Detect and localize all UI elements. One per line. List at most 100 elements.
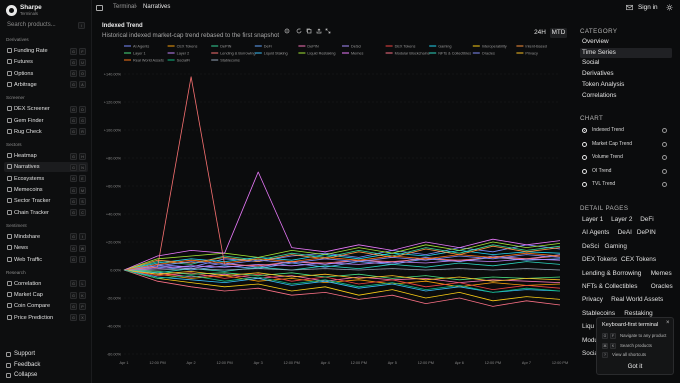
- settings-icon[interactable]: [662, 141, 667, 147]
- category-derivatives[interactable]: Derivatives: [580, 69, 672, 79]
- detail-page-link[interactable]: CEX Tokens: [621, 256, 656, 263]
- indexed-trend-chart[interactable]: AI Agents CEX Tokens DePIN DeFi DePIN DeSci DE…: [98, 40, 568, 383]
- sidebar-item-gem-finder[interactable]: Gem Finder G G: [4, 116, 88, 126]
- legend-item[interactable]: Modular Blockchains: [395, 52, 430, 56]
- sidebar-item-web-traffic[interactable]: Web Traffic G T: [4, 255, 88, 265]
- radio-icon[interactable]: [582, 182, 587, 187]
- close-icon[interactable]: ×: [666, 320, 670, 326]
- detail-page-link[interactable]: Privacy: [582, 296, 603, 303]
- category-correlations[interactable]: Correlations: [580, 91, 672, 101]
- legend-item[interactable]: Privacy: [525, 52, 538, 56]
- sidebar-item-dex-screener[interactable]: DEX Screener G D: [4, 104, 88, 114]
- sidebar-item-arbitrage[interactable]: Arbitrage G A: [4, 80, 88, 90]
- category-overview[interactable]: Overview: [580, 37, 672, 47]
- detail-page-link[interactable]: AI Agents: [582, 229, 609, 236]
- sidebar-item-coin-compare[interactable]: Coin Compare G P: [4, 301, 88, 311]
- series-line-9[interactable]: [123, 245, 561, 271]
- detail-page-link[interactable]: DeSci: [582, 243, 599, 250]
- detail-page-link[interactable]: DeAI: [618, 229, 632, 236]
- detail-page-link[interactable]: Real World Assets: [611, 296, 663, 303]
- settings-icon[interactable]: [662, 155, 667, 160]
- category-token-analysis[interactable]: Token Analysis: [580, 80, 672, 90]
- legend-item[interactable]: SocialFi: [177, 59, 191, 63]
- radio-icon[interactable]: [582, 128, 587, 133]
- expand-icon[interactable]: [325, 28, 331, 34]
- legend-item[interactable]: Memes: [351, 52, 364, 56]
- sidebar-item-mindshare[interactable]: Mindshare G I: [4, 232, 88, 242]
- legend-item[interactable]: DeSci: [351, 45, 361, 49]
- legend-item[interactable]: Gaming: [438, 45, 451, 49]
- legend-item[interactable]: NFTs & Collectibles: [438, 52, 471, 56]
- legend-item[interactable]: Real World Assets: [133, 59, 164, 63]
- sidebar-item-rug-check[interactable]: Rug Check G R: [4, 127, 88, 137]
- detail-page-link[interactable]: Memes: [651, 270, 672, 277]
- chart-option-indexed-trend[interactable]: Indexed Trend: [580, 125, 674, 136]
- footer-collapse-link[interactable]: Collapse: [14, 372, 37, 378]
- sidebar-item-memecoins[interactable]: Memecoins G M: [4, 185, 88, 195]
- legend-item[interactable]: Interoperability: [482, 45, 507, 49]
- detail-page-link[interactable]: Layer 1: [582, 216, 603, 223]
- legend-item[interactable]: DEX Tokens: [395, 45, 416, 49]
- chart-option-tvl-trend[interactable]: TVL Trend: [580, 179, 674, 190]
- copy-icon[interactable]: [306, 28, 312, 34]
- legend-item[interactable]: Layer 1: [133, 52, 146, 56]
- series-line-12[interactable]: [123, 76, 561, 271]
- theme-toggle-icon[interactable]: [666, 4, 673, 11]
- detail-page-link[interactable]: DePIN: [637, 229, 656, 236]
- detail-page-link[interactable]: Gaming: [605, 243, 627, 250]
- settings-icon[interactable]: [662, 168, 667, 174]
- radio-icon[interactable]: [582, 141, 587, 147]
- detail-page-link[interactable]: DEX Tokens: [582, 256, 617, 263]
- sidebar-item-price-prediction[interactable]: Price Prediction G X: [4, 313, 88, 323]
- sidebar-item-correlation[interactable]: Correlation G L: [4, 279, 88, 289]
- sidebar-item-sector-tracker[interactable]: Sector Tracker G S: [4, 196, 88, 206]
- sidebar-item-narratives[interactable]: Narratives G N: [4, 162, 88, 173]
- chart-option-market-cap-trend[interactable]: Market Cap Trend: [580, 139, 674, 150]
- detail-page-link[interactable]: Stablecoins: [582, 310, 615, 317]
- sidebar-item-options[interactable]: Options G O: [4, 69, 88, 79]
- sidebar-item-funding-rate[interactable]: Funding Rate G F: [4, 46, 88, 56]
- detail-page-link[interactable]: Restaking: [624, 310, 652, 317]
- sidebar-item-market-cap[interactable]: Market Cap G K: [4, 290, 88, 300]
- legend-item[interactable]: DePIN: [220, 45, 231, 49]
- settings-icon[interactable]: [284, 28, 290, 34]
- settings-icon[interactable]: [662, 128, 667, 133]
- sidebar-item-news[interactable]: News G W: [4, 243, 88, 253]
- breadcrumb-terminal[interactable]: Terminal: [113, 4, 136, 10]
- share-icon[interactable]: [316, 28, 322, 34]
- legend-item[interactable]: Stablecoins: [220, 59, 240, 63]
- mail-icon[interactable]: [626, 4, 633, 11]
- legend-item[interactable]: DePIN: [307, 45, 318, 49]
- range-24h-button[interactable]: 24H: [532, 28, 548, 38]
- sidebar-item-heatmap[interactable]: Heatmap G H: [4, 151, 88, 161]
- footer-support-link[interactable]: Support: [14, 351, 35, 357]
- chart-option-volume-trend[interactable]: Volume Trend: [580, 152, 674, 163]
- detail-page-link[interactable]: Lending & Borrowing: [582, 270, 641, 277]
- series-line-1[interactable]: [123, 269, 561, 288]
- footer-feedback-link[interactable]: Feedback: [14, 362, 40, 368]
- legend-item[interactable]: Liquid Restaking: [307, 52, 335, 56]
- sidebar-item-futures[interactable]: Futures G U: [4, 57, 88, 67]
- category-time-series[interactable]: Time Series: [580, 47, 672, 58]
- sidebar-item-chain-tracker[interactable]: Chain Tracker G C: [4, 208, 88, 218]
- legend-item[interactable]: CEX Tokens: [177, 45, 198, 49]
- legend-item[interactable]: Layer 2: [177, 52, 190, 56]
- legend-item[interactable]: Liquid Staking: [264, 52, 288, 56]
- legend-item[interactable]: Intent-Based: [525, 45, 547, 49]
- signin-button[interactable]: Sign in: [638, 4, 658, 11]
- radio-icon[interactable]: [582, 155, 587, 160]
- detail-page-link[interactable]: NFTs & Collectibles: [582, 283, 637, 290]
- range-mtd-button[interactable]: MTD: [550, 28, 567, 38]
- detail-page-link[interactable]: Oracles: [651, 283, 673, 290]
- detail-page-link[interactable]: DeFi: [640, 216, 654, 223]
- legend-item[interactable]: Lending & Borrowing: [220, 52, 255, 56]
- detail-page-link[interactable]: Layer 2: [611, 216, 632, 223]
- chart-option-oi-trend[interactable]: OI Trend: [580, 166, 674, 177]
- legend-item[interactable]: AI Agents: [133, 45, 149, 49]
- detail-page-link[interactable]: Liqu: [582, 323, 594, 330]
- got-it-button[interactable]: Got it: [601, 362, 669, 372]
- sidebar-toggle-icon[interactable]: [96, 5, 103, 11]
- legend-item[interactable]: DeFi: [264, 45, 272, 49]
- category-social[interactable]: Social: [580, 58, 672, 68]
- radio-icon[interactable]: [582, 168, 587, 174]
